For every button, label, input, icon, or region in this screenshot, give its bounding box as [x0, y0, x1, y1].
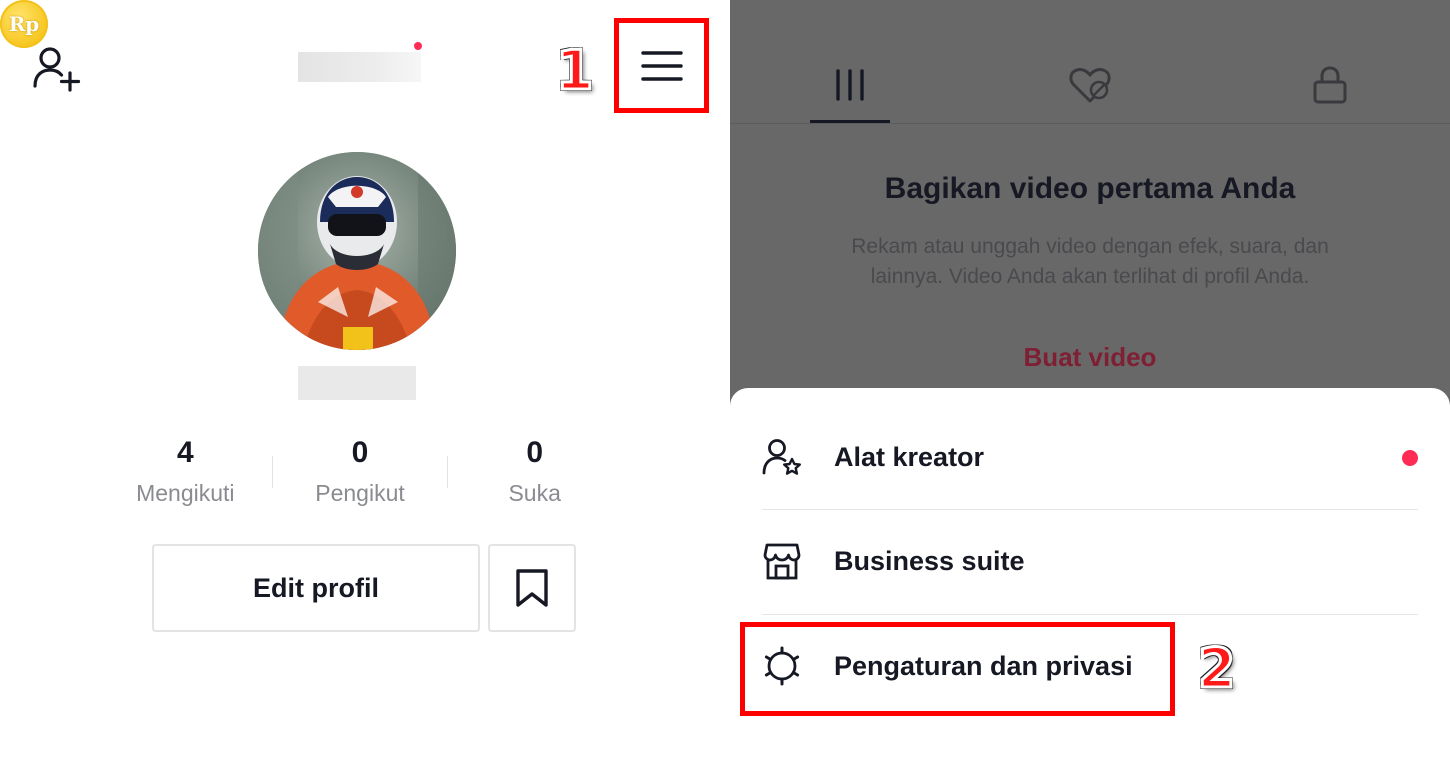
hamburger-menu-button[interactable]: [614, 18, 709, 113]
display-name-placeholder: [298, 366, 416, 400]
add-user-icon: [33, 47, 81, 92]
hamburger-icon: [640, 50, 683, 81]
menu-item-creator-tools[interactable]: Alat kreator: [762, 405, 1418, 509]
stat-label: Pengikut: [315, 480, 405, 506]
bookmark-icon: [516, 569, 548, 607]
favorites-button[interactable]: [488, 544, 576, 632]
avatar[interactable]: [258, 152, 456, 350]
edit-profile-button[interactable]: Edit profil: [152, 544, 480, 632]
menu-item-label: Alat kreator: [834, 441, 985, 472]
stat-label: Mengikuti: [136, 480, 235, 506]
create-video-link[interactable]: Buat video: [730, 342, 1450, 373]
menu-bottom-sheet: Alat kreator Business suite Pengaturan d…: [730, 388, 1450, 775]
screen: Rp 1 4 Mengikuti 0 Pengikut 0 Suka Edit …: [0, 0, 1450, 775]
active-tab-indicator: [810, 120, 890, 123]
step-2-label: 2: [1197, 637, 1238, 700]
menu-item-label: Business suite: [834, 545, 1025, 576]
stat-divider: [447, 456, 448, 488]
profile-panel: Rp 1 4 Mengikuti 0 Pengikut 0 Suka Edit …: [0, 0, 730, 775]
profile-stats: 4 Mengikuti 0 Pengikut 0 Suka: [98, 430, 622, 520]
grid-bars-icon: [836, 69, 864, 101]
lock-icon: [1313, 66, 1347, 104]
notification-dot: [414, 42, 422, 50]
stat-value: 0: [526, 436, 544, 469]
creator-tools-icon: [762, 437, 802, 477]
empty-state-title: Bagikan video pertama Anda: [884, 172, 1296, 205]
stat-likes[interactable]: 0 Suka: [447, 430, 622, 520]
step-2-highlight: [740, 622, 1175, 716]
profile-tabs: [730, 40, 1450, 124]
stat-value: 0: [351, 436, 369, 469]
add-friend-button[interactable]: [28, 40, 84, 96]
stat-divider: [272, 456, 273, 488]
store-icon: [762, 541, 802, 581]
step-1-label: 1: [555, 39, 596, 102]
menu-panel: Bagikan video pertama Anda Rekam atau un…: [730, 0, 1450, 775]
username-placeholder[interactable]: [298, 52, 421, 82]
tab-liked[interactable]: [1050, 60, 1130, 110]
liked-hidden-icon: [1069, 68, 1111, 103]
tab-videos[interactable]: [810, 60, 890, 110]
avatar-photo: [258, 152, 456, 350]
stat-following[interactable]: 4 Mengikuti: [98, 430, 273, 520]
coin-icon: Rp: [8, 12, 40, 36]
stat-label: Suka: [508, 480, 561, 506]
stat-value: 4: [176, 436, 194, 469]
new-badge-dot: [1402, 450, 1418, 466]
tab-private[interactable]: [1290, 60, 1370, 110]
empty-state-description: Rekam atau unggah video dengan efek, sua…: [851, 235, 1329, 288]
stat-followers[interactable]: 0 Pengikut: [273, 430, 448, 520]
menu-item-business-suite[interactable]: Business suite: [762, 509, 1418, 613]
